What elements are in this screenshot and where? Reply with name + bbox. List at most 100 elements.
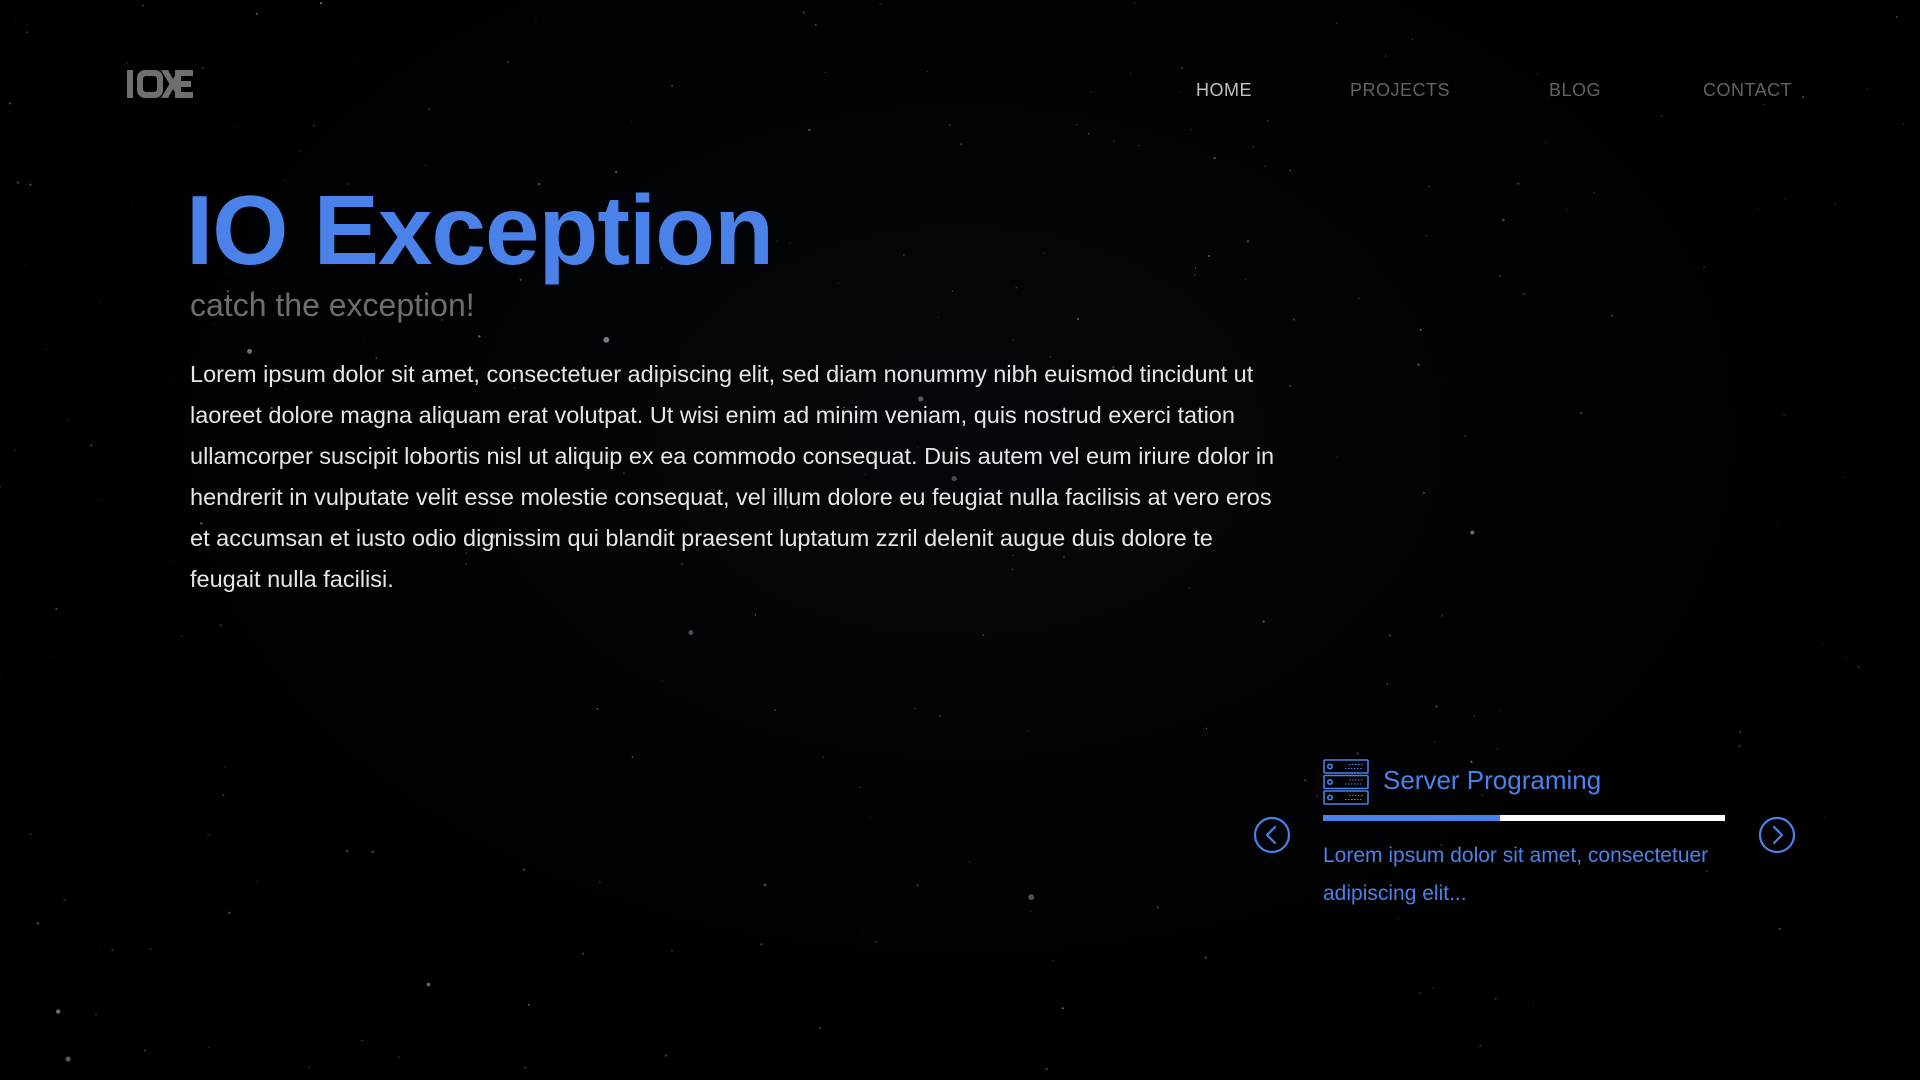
star: [523, 868, 526, 871]
star: [763, 883, 767, 887]
landing-page: HOME PROJECTS BLOG CONTACT IO Exception …: [0, 0, 1920, 1080]
star: [1479, 1044, 1482, 1047]
star: [171, 380, 173, 382]
star: [364, 338, 366, 340]
star: [959, 143, 963, 146]
star: [631, 756, 634, 758]
star: [814, 23, 817, 27]
star: [1043, 252, 1045, 255]
star: [1594, 181, 1596, 183]
card-title: Server Programing: [1383, 765, 1602, 795]
star: [1532, 1004, 1535, 1006]
star: [111, 948, 114, 952]
star: [902, 253, 905, 256]
nav-blog[interactable]: BLOG: [1549, 80, 1601, 101]
hero-title: IO Exception: [186, 175, 774, 285]
star: [808, 128, 811, 132]
star: [1, 673, 3, 675]
star: [1190, 128, 1192, 131]
star: [228, 911, 231, 914]
star: [14, 19, 16, 21]
star: [45, 348, 48, 351]
star: [425, 164, 427, 167]
progress-fill: [1323, 815, 1500, 821]
star: [688, 630, 694, 636]
star: [16, 181, 20, 184]
star: [236, 126, 238, 128]
star: [926, 71, 928, 73]
star: [141, 4, 144, 7]
star: [1536, 73, 1539, 75]
star: [1292, 318, 1296, 321]
star: [951, 290, 954, 292]
star: [875, 941, 877, 944]
star: [937, 316, 939, 318]
star: [99, 950, 101, 952]
star: [181, 636, 183, 638]
star: [1385, 55, 1387, 57]
star: [1289, 169, 1292, 172]
star: [528, 1003, 530, 1006]
star: [144, 1049, 146, 1052]
star: [1895, 16, 1898, 18]
star: [916, 884, 919, 887]
chevron-right-icon[interactable]: [1758, 816, 1796, 854]
star: [36, 922, 40, 925]
star: [1499, 709, 1501, 711]
star: [1336, 456, 1338, 458]
star: [1262, 620, 1265, 623]
star: [1499, 274, 1502, 277]
star: [224, 766, 227, 769]
star: [939, 715, 942, 718]
star: [819, 1027, 822, 1030]
star: [1088, 133, 1090, 135]
star: [1213, 156, 1216, 160]
star: [222, 794, 225, 797]
star: [1156, 906, 1160, 909]
server-icon: [1323, 759, 1369, 805]
star: [1194, 267, 1197, 269]
star: [776, 240, 779, 242]
star: [1902, 122, 1905, 125]
nav-home[interactable]: HOME: [1196, 80, 1252, 101]
star: [1419, 328, 1422, 332]
card-description: Lorem ipsum dolor sit amet, consectetuer…: [1323, 844, 1709, 905]
star: [914, 707, 917, 710]
star: [1357, 297, 1360, 300]
star: [427, 108, 431, 111]
star: [870, 817, 872, 819]
star: [524, 1066, 527, 1069]
carousel-card[interactable]: Server Programing Lorem ipsum dolor sit …: [1323, 755, 1725, 915]
star: [1052, 959, 1054, 962]
nav-contact[interactable]: CONTACT: [1703, 80, 1792, 101]
star: [1138, 144, 1140, 147]
star: [1252, 146, 1254, 148]
star: [1398, 918, 1400, 920]
star: [1757, 208, 1760, 210]
nav-projects[interactable]: PROJECTS: [1350, 80, 1450, 101]
star: [1821, 642, 1823, 644]
hero-tagline: catch the exception!: [190, 287, 475, 323]
star: [1431, 987, 1434, 990]
star: [1129, 72, 1132, 75]
star: [1029, 910, 1032, 912]
star: [948, 124, 951, 126]
feature-carousel: Server Programing Lorem ipsum dolor sit …: [1250, 755, 1800, 915]
star: [1845, 657, 1848, 659]
star: [355, 61, 357, 63]
star: [0, 485, 2, 488]
star: [1703, 266, 1705, 269]
star: [1857, 666, 1860, 668]
star: [1834, 203, 1836, 206]
star: [1777, 522, 1779, 524]
star: [14, 449, 16, 452]
star: [1422, 491, 1425, 494]
star: [1497, 747, 1499, 750]
star: [125, 62, 128, 64]
chevron-left-icon[interactable]: [1253, 816, 1291, 854]
star: [1540, 444, 1542, 446]
star: [1433, 740, 1436, 743]
star: [56, 1009, 61, 1014]
star: [774, 708, 777, 712]
star: [863, 932, 865, 934]
